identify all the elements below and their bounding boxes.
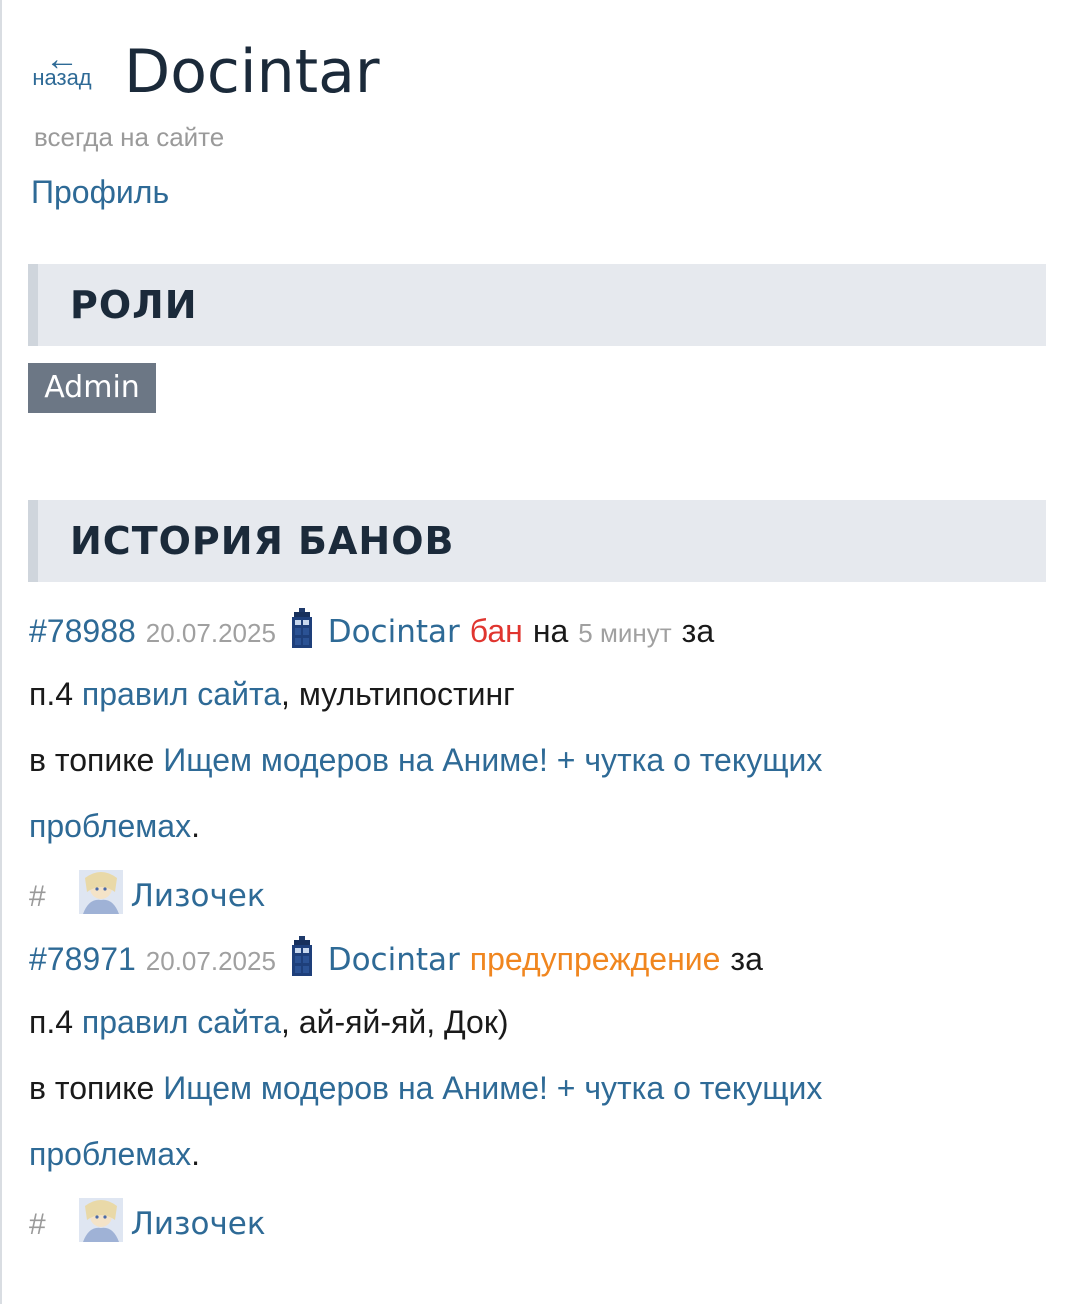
topic-end: .: [191, 1136, 200, 1172]
ban-for-word: за: [730, 941, 763, 977]
page-left-border: [0, 0, 2, 1304]
ban-entry-2-reason: п.4 правил сайта, ай-яй-яй, Док): [29, 1002, 508, 1042]
rules-link[interactable]: правил сайта: [82, 676, 281, 712]
tardis-icon: [291, 608, 313, 648]
ban-reason: , мультипостинг: [281, 676, 515, 712]
moderator-hash-link[interactable]: #: [29, 880, 46, 913]
topic-link[interactable]: Ищем модеров на Аниме! + чутка о текущих: [163, 1070, 822, 1106]
ban-entry-1-reason: п.4 правил сайта, мультипостинг: [29, 674, 515, 714]
rules-link[interactable]: правил сайта: [82, 1004, 281, 1040]
ban-entry-1-header: #78988 20.07.2025 Docintar бан на 5 минут за: [29, 608, 714, 653]
ban-entry-1-moderator: # Лизочек: [29, 870, 266, 917]
ban-entry-1-topic-cont: проблемах.: [29, 806, 200, 846]
ban-action: бан: [469, 613, 523, 649]
topic-link-continued[interactable]: проблемах: [29, 1136, 191, 1172]
ban-on-word: на: [532, 613, 569, 649]
ban-duration: 5 минут: [578, 618, 672, 648]
ban-entry-2-moderator: # Лизочек: [29, 1198, 266, 1245]
role-badge-admin: Admin: [28, 363, 156, 413]
rule-prefix: п.4: [29, 1004, 74, 1040]
ban-entry-2-header: #78971 20.07.2025 Docintar предупреждение з…: [29, 936, 763, 981]
warning-action: предупреждение: [469, 941, 721, 977]
moderator-avatar: [78, 1198, 123, 1242]
ban-entry-2-topic: в топике Ищем модеров на Аниме! + чутка …: [29, 1068, 822, 1108]
online-status: всегда на сайте: [34, 122, 225, 152]
topic-prefix: в топике: [29, 1070, 155, 1106]
ban-date: 20.07.2025: [145, 946, 276, 976]
topic-end: .: [191, 808, 200, 844]
page-title-username: Docintar: [124, 37, 380, 107]
ban-id-link[interactable]: #78988: [29, 613, 136, 649]
ban-entry-1-topic: в топике Ищем модеров на Аниме! + чутка …: [29, 740, 822, 780]
topic-link[interactable]: Ищем модеров на Аниме! + чутка о текущих: [163, 742, 822, 778]
ban-id-link[interactable]: #78971: [29, 941, 136, 977]
banned-user-link[interactable]: Docintar: [328, 614, 460, 650]
topic-prefix: в топике: [29, 742, 155, 778]
roles-heading: РОЛИ: [70, 283, 198, 327]
roles-section-header: РОЛИ: [28, 264, 1046, 346]
rule-prefix: п.4: [29, 676, 74, 712]
moderator-avatar: [78, 870, 123, 914]
banned-user-link[interactable]: Docintar: [328, 942, 460, 978]
moderator-hash-link[interactable]: #: [29, 1208, 46, 1241]
ban-history-heading: ИСТОРИЯ БАНОВ: [70, 519, 455, 563]
ban-entry-2-topic-cont: проблемах.: [29, 1134, 200, 1174]
topic-link-continued[interactable]: проблемах: [29, 808, 191, 844]
back-link[interactable]: ← назад: [22, 42, 102, 90]
moderator-link[interactable]: Лизочек: [131, 1206, 266, 1242]
back-label: назад: [32, 65, 92, 90]
ban-reason: , ай-яй-яй, Док): [281, 1004, 509, 1040]
profile-link[interactable]: Профиль: [31, 174, 169, 211]
ban-date: 20.07.2025: [145, 618, 276, 648]
moderator-link[interactable]: Лизочек: [131, 878, 266, 914]
tardis-icon: [291, 936, 313, 976]
ban-for-word: за: [681, 613, 715, 649]
ban-history-section-header: ИСТОРИЯ БАНОВ: [28, 500, 1046, 582]
